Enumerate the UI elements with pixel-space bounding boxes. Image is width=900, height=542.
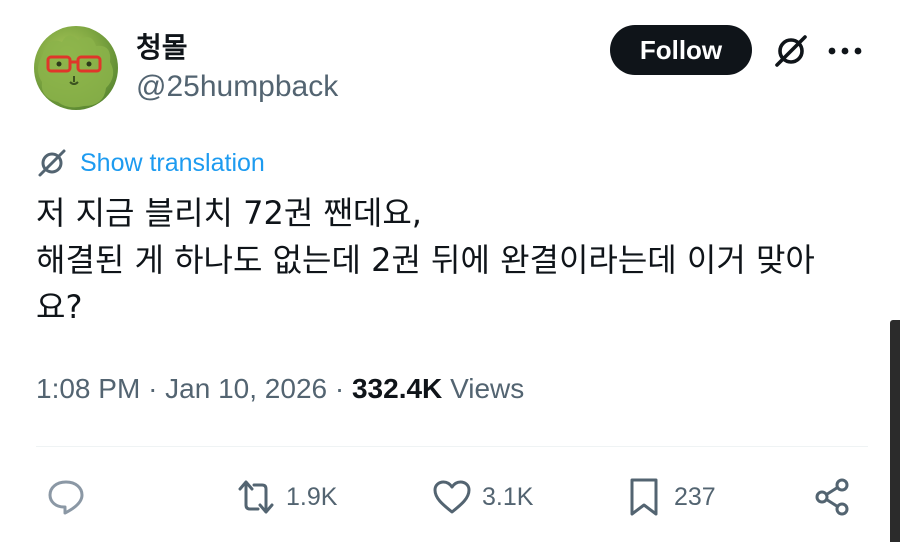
heart-icon [433, 480, 471, 514]
reply-button[interactable] [46, 474, 86, 520]
author-display-name[interactable]: 청몰 [136, 26, 188, 66]
show-translation-label: Show translation [80, 148, 265, 177]
follow-button[interactable]: Follow [610, 25, 752, 75]
retweet-button[interactable]: 1.9K [236, 474, 337, 520]
tweet-date[interactable]: Jan 10, 2026 [165, 373, 327, 404]
views-count: 332.4K [351, 373, 443, 404]
show-translation-link[interactable]: Show translation [36, 146, 265, 180]
meta-separator: · [334, 373, 352, 404]
bookmark-count: 237 [674, 482, 716, 511]
tweet-text: 저 지금 블리치 72권 짼데요, 해결된 게 하나도 없는데 2권 뒤에 완결… [36, 194, 815, 326]
avatar[interactable] [34, 26, 118, 110]
share-icon [815, 478, 849, 516]
retweet-icon [238, 480, 274, 514]
bookmark-icon [630, 478, 658, 516]
tweet-meta: 1:08 PM · Jan 10, 2026 · 332.4K Views [36, 373, 524, 405]
meta-separator: · [148, 373, 166, 404]
bookmark-button[interactable]: 237 [624, 474, 716, 520]
like-count: 3.1K [482, 482, 534, 511]
more-icon[interactable] [827, 47, 863, 55]
scrollbar[interactable] [890, 320, 900, 542]
grok-icon[interactable] [772, 32, 810, 70]
retweet-count: 1.9K [286, 482, 338, 511]
like-button[interactable]: 3.1K [432, 474, 533, 520]
share-button[interactable] [812, 474, 852, 520]
divider [36, 446, 868, 447]
avatar-image [38, 35, 114, 108]
reply-icon [48, 480, 84, 515]
author-handle[interactable]: @25humpback [136, 70, 338, 104]
tweet-time[interactable]: 1:08 PM [36, 373, 140, 404]
views-label: Views [450, 373, 525, 404]
grok-icon [38, 149, 66, 177]
